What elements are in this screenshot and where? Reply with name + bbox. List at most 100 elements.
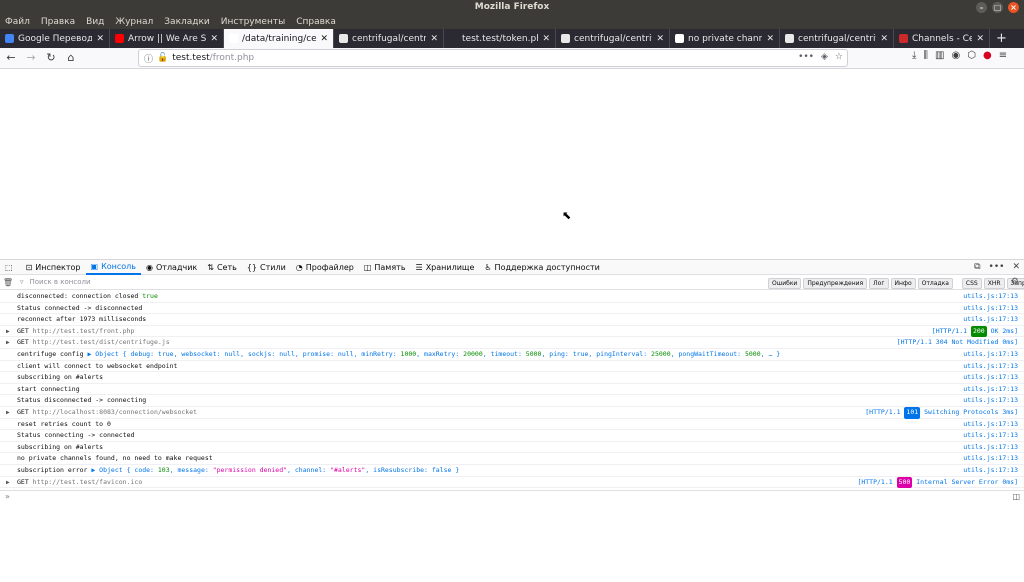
devtools-tab[interactable]: {} Стили	[242, 259, 291, 275]
console-search-input[interactable]: Поиск в консоли	[30, 278, 91, 286]
log-source-link[interactable]: utils.js:17:13	[963, 314, 1018, 326]
log-source-link[interactable]: utils.js:17:13	[963, 361, 1018, 373]
filter-level-button[interactable]: Отладка	[917, 278, 953, 289]
close-window-button[interactable]: ×	[1008, 2, 1019, 13]
devtools-tab[interactable]: ◔ Профайлер	[291, 259, 359, 275]
bookmark-star-icon[interactable]: ☆	[835, 52, 843, 62]
devtools-tab[interactable]: ◫ Память	[359, 259, 411, 275]
browser-tab[interactable]: test.test/token.php ✕	[444, 29, 556, 48]
log-source-link[interactable]: [HTTP/1.1 101 Switching Protocols 3ms]	[865, 406, 1018, 419]
log-text[interactable]: http://test.test/favicon.ico	[33, 478, 143, 486]
filter-level-button[interactable]: Ошибки	[768, 278, 802, 289]
home-button[interactable]: ⌂	[62, 49, 80, 67]
menu-item-3[interactable]: Журнал	[115, 15, 153, 29]
menu-item-6[interactable]: Справка	[296, 15, 336, 29]
devtools-tab[interactable]: ⊡ Инспектор	[21, 259, 86, 275]
filter-level-button[interactable]: Предупреждения	[803, 278, 868, 289]
log-text[interactable]: ▶ Object { code:	[91, 466, 158, 474]
log-text[interactable]: , pongWaitTimeout:	[671, 350, 745, 358]
log-text[interactable]: http://localhost:8083/connection/websock…	[33, 408, 197, 416]
browser-tab[interactable]: Arrow || We Are Sold✕	[110, 29, 224, 48]
log-source-link[interactable]: utils.js:17:13	[963, 372, 1018, 384]
log-text[interactable]: , … }	[761, 350, 781, 358]
log-text[interactable]: ▶ Object { debug:	[87, 350, 157, 358]
log-source-link[interactable]: utils.js:17:13	[963, 395, 1018, 407]
console-input[interactable]: » ◫	[0, 490, 1024, 502]
menu-item-0[interactable]: Файл	[5, 15, 30, 29]
back-button[interactable]: ←	[2, 49, 20, 67]
network-log-row[interactable]: ▶ GET http://test.test/dist/centrifuge.js…	[0, 337, 1024, 349]
browser-tab[interactable]: centrifugal/centrifug ✕	[556, 29, 670, 48]
browser-tab[interactable]: Channels - Centrifug ✕	[894, 29, 990, 48]
pick-element-button[interactable]: ⬚	[0, 259, 21, 275]
minimize-button[interactable]: –	[976, 2, 987, 13]
tab-close-icon[interactable]: ✕	[976, 34, 984, 44]
browser-tab[interactable]: /data/training/centrifug✕	[224, 29, 334, 48]
expand-arrow-icon[interactable]: ▶	[6, 337, 10, 349]
devtools-tab[interactable]: ♿ Поддержка доступности	[479, 259, 604, 275]
tab-close-icon[interactable]: ✕	[542, 34, 550, 44]
log-text[interactable]: , maxRetry:	[416, 350, 463, 358]
log-source-link[interactable]: [HTTP/1.1 304 Not Modified 0ms]	[897, 337, 1018, 349]
browser-tab[interactable]: centrifugal/centrifug ✕	[334, 29, 444, 48]
account-icon[interactable]: ◉	[951, 50, 960, 61]
browser-tab[interactable]: Google Переводчик✕	[0, 29, 110, 48]
menu-icon[interactable]: ≡	[999, 50, 1007, 61]
log-source-link[interactable]: utils.js:17:13	[963, 419, 1018, 431]
log-source-link[interactable]: utils.js:17:13	[963, 453, 1018, 465]
tab-close-icon[interactable]: ✕	[656, 34, 664, 44]
log-text[interactable]: }	[451, 466, 459, 474]
new-tab-icon[interactable]: +	[990, 29, 1013, 48]
forward-button[interactable]: →	[22, 49, 40, 67]
menu-item-1[interactable]: Правка	[41, 15, 75, 29]
log-source-link[interactable]: utils.js:17:13	[963, 303, 1018, 315]
tab-close-icon[interactable]: ✕	[766, 34, 774, 44]
maximize-button[interactable]: □	[992, 2, 1003, 13]
log-text[interactable]: , channel:	[287, 466, 330, 474]
devtools-tab[interactable]: ◉ Отладчик	[141, 259, 202, 275]
log-text[interactable]: , isResubscribe:	[365, 466, 432, 474]
dock-options-icon[interactable]: ⧉	[974, 262, 980, 272]
devtools-more-icon[interactable]: •••	[989, 262, 1005, 272]
devtools-tab[interactable]: ⇅ Сеть	[202, 259, 242, 275]
clear-console-icon[interactable]: 🗑	[0, 278, 16, 287]
devtools-tab[interactable]: ▣ Консоль	[85, 259, 141, 275]
log-source-link[interactable]: utils.js:17:13	[963, 291, 1018, 303]
devtools-close-icon[interactable]: ✕	[1012, 262, 1020, 272]
library-icon[interactable]: ⫼	[923, 50, 928, 61]
menu-item-4[interactable]: Закладки	[164, 15, 210, 29]
menu-item-2[interactable]: Вид	[86, 15, 104, 29]
browser-tab[interactable]: centrifugal/centrifug ✕	[780, 29, 894, 48]
menu-item-5[interactable]: Инструменты	[221, 15, 285, 29]
expand-arrow-icon[interactable]: ▶	[6, 326, 10, 338]
tab-close-icon[interactable]: ✕	[210, 34, 218, 44]
network-log-row[interactable]: ▶ GET http://localhost:8083/connection/we…	[0, 406, 1024, 419]
log-text[interactable]: http://test.test/dist/centrifuge.js	[33, 338, 170, 346]
filter-type-button[interactable]: CSS	[961, 278, 982, 289]
log-text[interactable]: , message:	[170, 466, 213, 474]
network-log-row[interactable]: ▶ GET http://test.test/front.php [HTTP/1.1…	[0, 325, 1024, 338]
pocket-icon[interactable]: ◈	[821, 52, 828, 62]
sidebar-icon[interactable]: ▥	[935, 50, 944, 61]
tab-close-icon[interactable]: ✕	[430, 34, 438, 44]
expand-arrow-icon[interactable]: ▶	[6, 407, 10, 419]
log-text[interactable]: , pingInterval:	[588, 350, 651, 358]
tab-close-icon[interactable]: ✕	[320, 34, 328, 44]
filter-level-button[interactable]: Инфо	[890, 278, 916, 289]
filter-type-button[interactable]: XHR	[983, 278, 1005, 289]
expand-arrow-icon[interactable]: ▶	[6, 477, 10, 489]
log-source-link[interactable]: utils.js:17:13	[963, 349, 1018, 361]
log-text[interactable]: , websocket: null, sockjs: null, promise…	[174, 350, 401, 358]
network-log-row[interactable]: ▶ GET http://test.test/favicon.ico [HTTP/1…	[0, 476, 1024, 489]
console-settings-icon[interactable]: ⚙	[1011, 277, 1019, 287]
browser-tab[interactable]: no private channels fo ✕	[670, 29, 780, 48]
info-icon[interactable]: ⓘ	[144, 52, 153, 65]
url-bar[interactable]: ⓘ 🔓 test.test/front.php ••• ◈ ☆	[138, 49, 848, 67]
filter-level-button[interactable]: Лог	[869, 278, 889, 289]
adblock-icon[interactable]: ●	[983, 50, 992, 61]
log-text[interactable]: , timeout:	[483, 350, 526, 358]
log-source-link[interactable]: utils.js:17:13	[963, 465, 1018, 477]
page-actions-icon[interactable]: •••	[798, 52, 814, 62]
log-text[interactable]: , ping:	[541, 350, 572, 358]
devtools-tab[interactable]: ☰ Хранилище	[411, 259, 480, 275]
